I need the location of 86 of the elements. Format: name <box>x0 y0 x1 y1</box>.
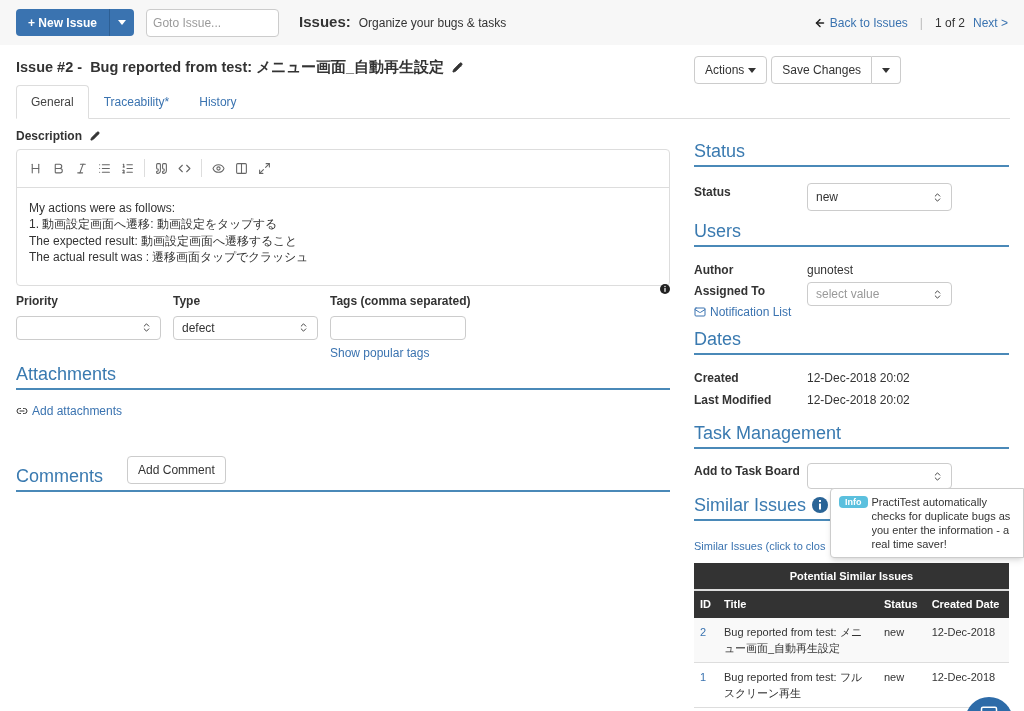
bullet-list-icon[interactable] <box>98 161 111 175</box>
column-header: ID <box>694 590 718 618</box>
preview-icon[interactable] <box>212 161 225 175</box>
section-heading: Users <box>694 220 741 243</box>
table-cell: 12-Dec-2018 <box>931 626 996 638</box>
save-options-button[interactable] <box>872 56 902 84</box>
field-label: Last Modified <box>694 392 773 409</box>
section-heading: Dates <box>694 328 742 351</box>
table-caption: Potential Similar Issues <box>694 563 1009 590</box>
tags-field[interactable] <box>330 315 466 340</box>
info-icon <box>812 497 829 513</box>
description-editor[interactable]: My actions were as follows: 1. 動画設定画面へ遷移: 動画設定をタップする The expected result: 動画設定画面へ遷移すること The actual result was : 遷移画面タップでクラッシュ <box>16 148 670 286</box>
field-label: Description <box>16 127 82 145</box>
field-label: Created <box>694 370 740 387</box>
info-badge: Info <box>839 496 868 508</box>
mail-icon <box>694 306 706 318</box>
field-label: Type <box>173 292 202 310</box>
section-heading: Attachments <box>16 362 117 386</box>
popover-text: PractiTest automatically checks for duplicate bugs as you enter the information - a real time saver! <box>871 495 1012 551</box>
field-label: Status <box>694 184 732 201</box>
show-popular-tags-link[interactable]: Show popular tags <box>330 343 470 362</box>
new-issue-button[interactable]: + New Issue <box>16 9 110 36</box>
pager-text: 1 of 2 <box>934 14 965 32</box>
back-to-issues-link[interactable]: Back to Issues <box>829 13 908 32</box>
field-label: Author <box>694 262 735 279</box>
description-text: My actions were as follows: 1. 動画設定画面へ遷移: 動画設定をタップする The expected result: 動画設定画面へ遷移すること The actual result was : 遷移画面タップでクラッシュ <box>28 199 310 267</box>
caret-icon <box>748 67 757 73</box>
table-cell: new <box>884 671 905 683</box>
tab[interactable]: History <box>184 84 252 119</box>
tab[interactable]: Traceability* <box>88 84 185 119</box>
select-arrows-icon <box>932 191 943 203</box>
goto-issue-field[interactable]: Goto Issue... <box>146 8 280 37</box>
caret-icon <box>882 67 891 73</box>
back-arrow-icon <box>813 16 826 29</box>
issue-id-link[interactable]: 1 <box>700 671 707 683</box>
side-by-side-icon[interactable] <box>235 161 248 175</box>
save-changes-button[interactable]: Save Changes <box>771 56 873 84</box>
issue-id-link[interactable]: 2 <box>700 626 707 638</box>
select-arrows-icon <box>932 470 943 482</box>
next-link[interactable]: Next > <box>973 13 1008 32</box>
italic-icon[interactable] <box>75 161 88 175</box>
add-comment-button[interactable]: Add Comment <box>127 455 226 484</box>
table-cell: new <box>884 626 905 638</box>
status-select[interactable]: new <box>807 183 952 211</box>
page-subtitle: Organize your bugs & tasks <box>358 14 507 32</box>
select-arrows-icon <box>298 322 309 334</box>
page-title: Issues: <box>299 12 351 33</box>
issue-title: Issue #2 - Bug reported from test: メニュー画面_自動再生設定 <box>16 58 445 77</box>
edit-icon[interactable] <box>452 62 464 74</box>
caret-icon <box>118 20 127 25</box>
column-header: Created Date <box>925 590 1009 618</box>
quote-icon[interactable] <box>155 161 168 175</box>
select-field[interactable]: defect <box>173 315 318 340</box>
heading-icon[interactable] <box>29 161 42 175</box>
select-arrows-icon <box>932 288 943 300</box>
numbered-list-icon[interactable] <box>121 161 134 175</box>
actions-button[interactable]: Actions <box>694 56 768 84</box>
bold-icon[interactable] <box>52 161 65 175</box>
section-heading: Comments <box>16 464 104 488</box>
edit-icon[interactable] <box>90 130 100 141</box>
field-label: Priority <box>16 292 59 310</box>
assigned-to-select[interactable]: select value <box>807 282 952 306</box>
column-header: Title <box>718 590 878 618</box>
new-issue-dropdown-button[interactable] <box>109 9 135 36</box>
section-heading: Status <box>694 140 746 163</box>
notification-list-link[interactable]: Notification List <box>710 303 792 321</box>
field-label: Add to Task Board <box>694 463 801 479</box>
section-heading: Task Management <box>694 422 842 445</box>
select-arrows-icon <box>141 322 152 334</box>
date-value: 12-Dec-2018 20:02 <box>807 392 910 409</box>
section-heading: Similar Issues <box>694 494 807 517</box>
field-label: Tags (comma separated) <box>330 292 470 310</box>
author-value: gunotest <box>807 262 854 279</box>
fullscreen-icon[interactable] <box>258 161 271 175</box>
field-label: Assigned To <box>694 283 767 300</box>
date-value: 12-Dec-2018 20:02 <box>807 370 910 387</box>
add-attachments-link[interactable]: Add attachments <box>32 401 123 420</box>
tab[interactable]: General <box>16 84 89 119</box>
table-cell: Bug reported from test: メニュー画面_自動再生設定 <box>724 626 862 654</box>
similar-issues-link[interactable]: Similar Issues (click to clos <box>694 540 826 552</box>
table-cell: Bug reported from test: フルスクリーン再生 <box>724 671 862 699</box>
column-header: Status <box>878 590 926 618</box>
info-icon <box>660 283 670 294</box>
table-cell: 12-Dec-2018 <box>931 671 996 683</box>
select-field[interactable] <box>16 315 161 340</box>
separator: | <box>918 14 924 32</box>
